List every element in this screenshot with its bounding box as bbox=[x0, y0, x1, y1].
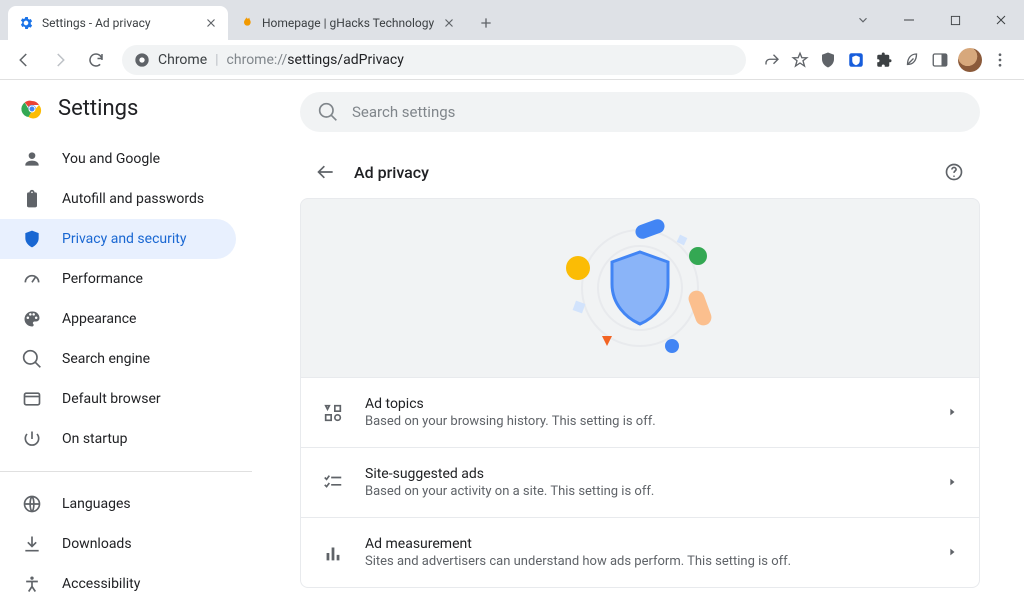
sidebar-item-label: Search engine bbox=[62, 351, 150, 367]
flame-icon bbox=[238, 15, 254, 31]
settings-sidebar: Settings You and Google Autofill and pas… bbox=[0, 80, 256, 602]
back-button[interactable] bbox=[8, 44, 40, 76]
sidebar-item-languages[interactable]: Languages bbox=[0, 484, 236, 524]
forward-button[interactable] bbox=[44, 44, 76, 76]
browser-icon bbox=[22, 389, 42, 409]
window-controls bbox=[840, 0, 1024, 40]
speedometer-icon bbox=[22, 269, 42, 289]
omnibox-url: chrome://settings/adPrivacy bbox=[227, 52, 404, 68]
bar-chart-icon bbox=[321, 541, 345, 565]
profile-avatar[interactable] bbox=[958, 48, 982, 72]
hero-illustration bbox=[300, 198, 980, 378]
page-title: Ad privacy bbox=[354, 163, 926, 182]
shapes-icon bbox=[321, 401, 345, 425]
help-icon[interactable] bbox=[944, 162, 964, 182]
sidebar-item-search-engine[interactable]: Search engine bbox=[0, 339, 236, 379]
power-icon bbox=[22, 429, 42, 449]
checklist-icon bbox=[321, 471, 345, 495]
person-icon bbox=[22, 149, 42, 169]
window-titlebar: Settings - Ad privacy Homepage | gHacks … bbox=[0, 0, 1024, 40]
chevron-right-icon bbox=[947, 407, 959, 419]
sidepanel-icon[interactable] bbox=[930, 50, 950, 70]
sidebar-item-on-startup[interactable]: On startup bbox=[0, 419, 236, 459]
search-placeholder: Search settings bbox=[352, 103, 455, 121]
chrome-logo-icon bbox=[20, 97, 44, 121]
chevron-down-icon[interactable] bbox=[840, 4, 886, 36]
globe-icon bbox=[22, 494, 42, 514]
row-ad-topics[interactable]: Ad topics Based on your browsing history… bbox=[301, 378, 979, 447]
sidebar-item-appearance[interactable]: Appearance bbox=[0, 299, 236, 339]
page-header: Ad privacy bbox=[300, 152, 980, 192]
search-icon bbox=[318, 102, 338, 122]
row-site-suggested-ads[interactable]: Site-suggested ads Based on your activit… bbox=[301, 447, 979, 517]
row-ad-measurement[interactable]: Ad measurement Sites and advertisers can… bbox=[301, 517, 979, 587]
kebab-menu-icon[interactable] bbox=[990, 50, 1010, 70]
sidebar-item-label: Appearance bbox=[62, 311, 136, 327]
row-title: Site-suggested ads bbox=[365, 466, 927, 482]
maximize-button[interactable] bbox=[932, 4, 978, 36]
browser-toolbar: Chrome | chrome://settings/adPrivacy bbox=[0, 40, 1024, 80]
chevron-right-icon bbox=[947, 547, 959, 559]
close-icon[interactable] bbox=[204, 16, 218, 30]
sidebar-item-downloads[interactable]: Downloads bbox=[0, 524, 236, 564]
back-arrow-icon[interactable] bbox=[316, 162, 336, 182]
sidebar-item-performance[interactable]: Performance bbox=[0, 259, 236, 299]
sidebar-item-autofill[interactable]: Autofill and passwords bbox=[0, 179, 236, 219]
sidebar-item-label: You and Google bbox=[62, 151, 160, 167]
chevron-right-icon bbox=[947, 477, 959, 489]
clipboard-icon bbox=[22, 189, 42, 209]
sidebar-item-label: Privacy and security bbox=[62, 231, 186, 247]
row-desc: Based on your activity on a site. This s… bbox=[365, 484, 927, 499]
omnibox-prefix: Chrome bbox=[158, 52, 207, 68]
sidebar-item-label: Performance bbox=[62, 271, 143, 287]
reload-button[interactable] bbox=[80, 44, 112, 76]
sidebar-item-privacy[interactable]: Privacy and security bbox=[0, 219, 236, 259]
bookmark-icon[interactable] bbox=[790, 50, 810, 70]
sidebar-item-label: Downloads bbox=[62, 536, 132, 552]
puzzle-icon[interactable] bbox=[874, 50, 894, 70]
tab-title: Homepage | gHacks Technology bbox=[262, 16, 434, 30]
row-title: Ad topics bbox=[365, 396, 927, 412]
extension-icons bbox=[756, 48, 1016, 72]
row-desc: Based on your browsing history. This set… bbox=[365, 414, 927, 429]
settings-main: Search settings Ad privacy bbox=[256, 80, 1024, 602]
close-icon[interactable] bbox=[442, 16, 456, 30]
browser-tab-settings[interactable]: Settings - Ad privacy bbox=[8, 6, 228, 40]
minimize-button[interactable] bbox=[886, 4, 932, 36]
sidebar-item-label: On startup bbox=[62, 431, 128, 447]
brand-text: Settings bbox=[58, 96, 138, 121]
shield-icon bbox=[22, 229, 42, 249]
tab-title: Settings - Ad privacy bbox=[42, 16, 196, 30]
settings-brand: Settings bbox=[0, 80, 256, 139]
bitwarden-icon[interactable] bbox=[846, 50, 866, 70]
sidebar-item-default-browser[interactable]: Default browser bbox=[0, 379, 236, 419]
sidebar-item-label: Accessibility bbox=[62, 576, 140, 592]
browser-tab-ghacks[interactable]: Homepage | gHacks Technology bbox=[228, 6, 466, 40]
sidebar-item-accessibility[interactable]: Accessibility bbox=[0, 564, 236, 602]
sidebar-item-label: Languages bbox=[62, 496, 131, 512]
palette-icon bbox=[22, 309, 42, 329]
gear-icon bbox=[18, 15, 34, 31]
new-tab-button[interactable] bbox=[472, 9, 500, 37]
accessibility-icon bbox=[22, 574, 42, 594]
search-settings-input[interactable]: Search settings bbox=[300, 92, 980, 132]
shield-extension-icon[interactable] bbox=[818, 50, 838, 70]
omnibox-sep: | bbox=[215, 52, 218, 68]
address-bar[interactable]: Chrome | chrome://settings/adPrivacy bbox=[122, 45, 746, 75]
chrome-icon bbox=[134, 52, 150, 68]
sidebar-item-you-and-google[interactable]: You and Google bbox=[0, 139, 236, 179]
share-icon[interactable] bbox=[762, 50, 782, 70]
sidebar-item-label: Default browser bbox=[62, 391, 161, 407]
row-title: Ad measurement bbox=[365, 536, 927, 552]
row-desc: Sites and advertisers can understand how… bbox=[365, 554, 927, 569]
close-window-button[interactable] bbox=[978, 4, 1024, 36]
download-icon bbox=[22, 534, 42, 554]
search-icon bbox=[22, 349, 42, 369]
sidebar-item-label: Autofill and passwords bbox=[62, 191, 204, 207]
sidebar-divider bbox=[0, 471, 252, 472]
leaf-icon[interactable] bbox=[902, 50, 922, 70]
